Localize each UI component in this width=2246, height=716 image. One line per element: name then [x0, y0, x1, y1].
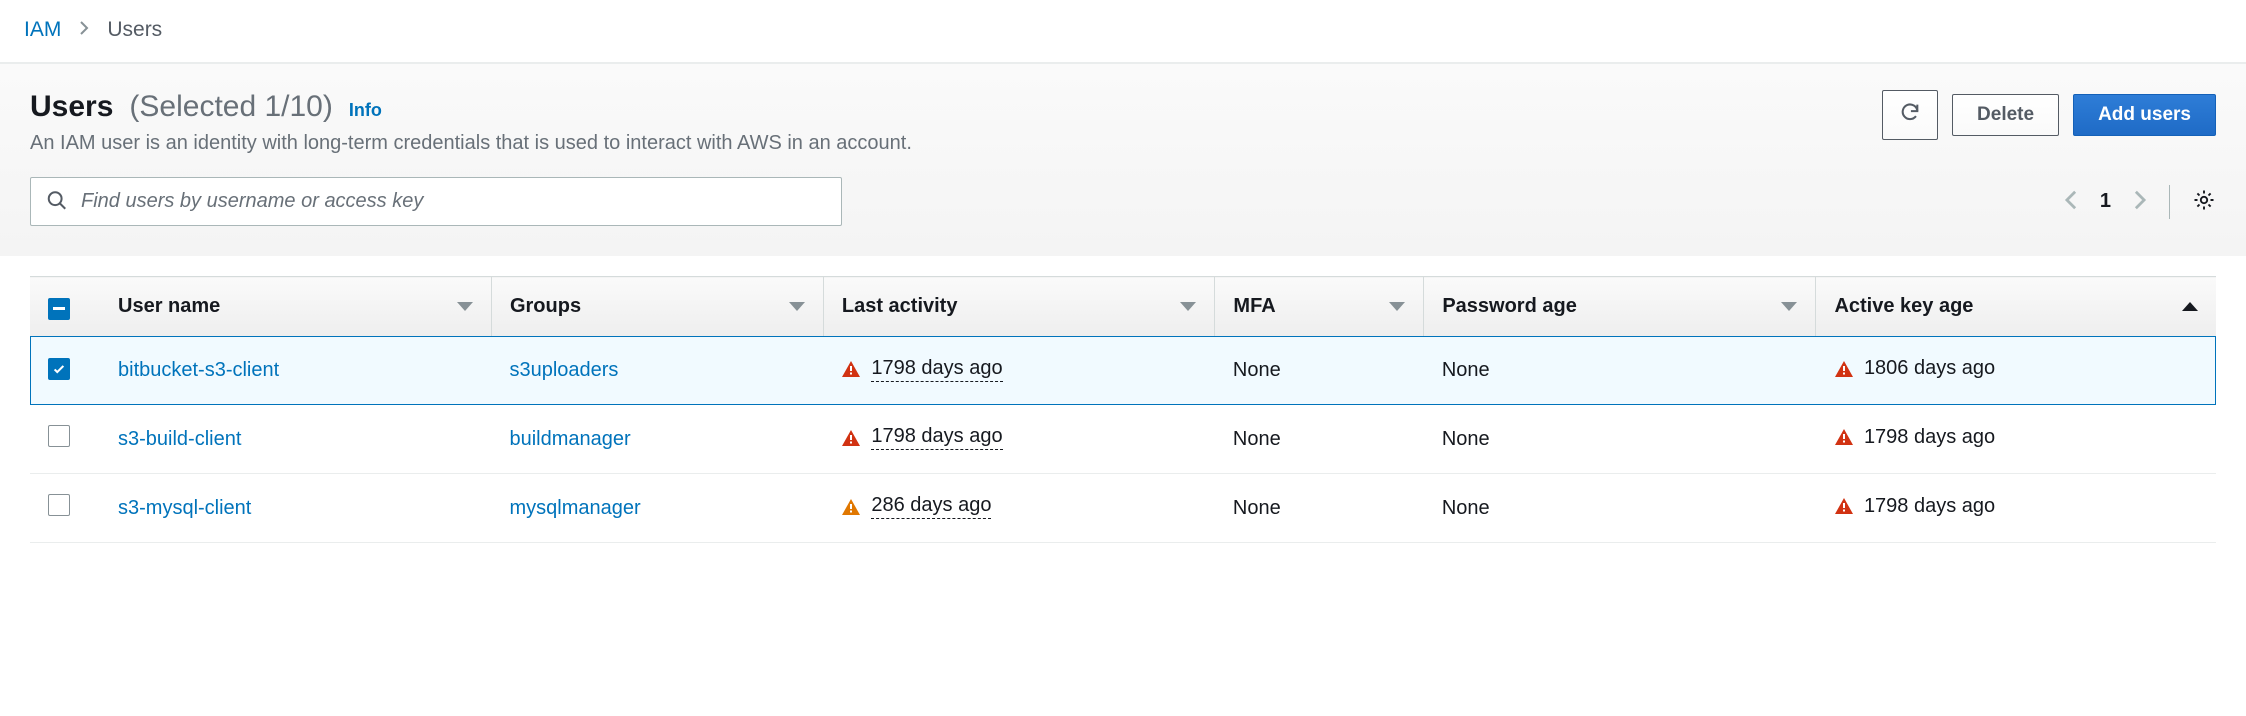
last-activity-cell: 286 days ago: [841, 494, 991, 519]
search-icon: [46, 189, 68, 214]
user-name-link[interactable]: bitbucket-s3-client: [118, 359, 279, 381]
row-checkbox[interactable]: [48, 358, 70, 380]
column-label: Password age: [1442, 295, 1577, 318]
users-panel: Users (Selected 1/10) Info An IAM user i…: [0, 63, 2246, 256]
table-row: s3-build-client buildmanager 1798 days ago…: [30, 405, 2216, 474]
sort-icon: [789, 302, 805, 311]
groups-link[interactable]: s3uploaders: [509, 359, 618, 381]
column-label: Groups: [510, 295, 581, 318]
password-age-value: None: [1442, 428, 1490, 450]
breadcrumb: IAM Users: [0, 0, 2246, 62]
row-checkbox[interactable]: [48, 425, 70, 447]
user-name-link[interactable]: s3-mysql-client: [118, 497, 251, 519]
warning-icon: [841, 360, 861, 378]
delete-button[interactable]: Delete: [1952, 94, 2059, 136]
table-row: s3-mysql-client mysqlmanager 286 days ago N…: [30, 474, 2216, 543]
warning-icon: [1834, 497, 1854, 515]
last-activity-cell: 1798 days ago: [841, 425, 1002, 450]
password-age-value: None: [1442, 497, 1490, 519]
refresh-button[interactable]: [1882, 90, 1938, 140]
chevron-right-icon: [2133, 189, 2147, 214]
chevron-right-icon: [79, 18, 89, 42]
add-users-button[interactable]: Add users: [2073, 94, 2216, 136]
active-key-age-value: 1798 days ago: [1864, 426, 1995, 449]
table-row: bitbucket-s3-client s3uploaders 1798 days …: [30, 336, 2216, 405]
users-table: User name Groups Last activity MFA Passw…: [30, 276, 2216, 543]
divider: [2169, 185, 2170, 219]
column-header-active-key-age[interactable]: Active key age: [1816, 277, 2216, 337]
column-header-user-name[interactable]: User name: [100, 277, 491, 337]
active-key-age-cell: 1806 days ago: [1834, 357, 1995, 380]
row-checkbox[interactable]: [48, 494, 70, 516]
column-header-last-activity[interactable]: Last activity: [823, 277, 1215, 337]
warning-icon: [1834, 428, 1854, 446]
user-name-link[interactable]: s3-build-client: [118, 428, 241, 450]
column-header-mfa[interactable]: MFA: [1215, 277, 1424, 337]
groups-link[interactable]: mysqlmanager: [509, 497, 640, 519]
chevron-left-icon: [2064, 189, 2078, 214]
page-next[interactable]: [2133, 189, 2147, 214]
page-title: Users: [30, 90, 113, 124]
active-key-age-value: 1798 days ago: [1864, 495, 1995, 518]
warning-icon: [1834, 360, 1854, 378]
active-key-age-value: 1806 days ago: [1864, 357, 1995, 380]
column-label: Active key age: [1834, 295, 1973, 318]
column-header-select[interactable]: [30, 277, 100, 337]
select-all-checkbox[interactable]: [48, 298, 70, 320]
settings-button[interactable]: [2192, 188, 2216, 215]
password-age-value: None: [1442, 359, 1490, 381]
mfa-value: None: [1233, 497, 1281, 519]
sort-icon: [457, 302, 473, 311]
last-activity-value[interactable]: 1798 days ago: [871, 357, 1002, 382]
refresh-icon: [1899, 107, 1921, 128]
mfa-value: None: [1233, 359, 1281, 381]
sort-icon: [1781, 302, 1797, 311]
column-header-password-age[interactable]: Password age: [1424, 277, 1816, 337]
groups-link[interactable]: buildmanager: [509, 428, 630, 450]
page-subtitle: An IAM user is an identity with long-ter…: [30, 132, 912, 155]
column-header-groups[interactable]: Groups: [491, 277, 823, 337]
column-label: User name: [118, 295, 220, 318]
warning-icon: [841, 498, 861, 516]
sort-asc-icon: [2182, 302, 2198, 311]
search-wrapper: [30, 177, 842, 226]
warning-icon: [841, 429, 861, 447]
active-key-age-cell: 1798 days ago: [1834, 495, 1995, 518]
active-key-age-cell: 1798 days ago: [1834, 426, 1995, 449]
last-activity-value[interactable]: 286 days ago: [871, 494, 991, 519]
page-prev[interactable]: [2064, 189, 2078, 214]
sort-icon: [1389, 302, 1405, 311]
column-label: MFA: [1233, 295, 1275, 318]
last-activity-cell: 1798 days ago: [841, 357, 1002, 382]
search-input[interactable]: [30, 177, 842, 226]
sort-icon: [1180, 302, 1196, 311]
page-number: 1: [2100, 190, 2111, 213]
column-label: Last activity: [842, 295, 958, 318]
last-activity-value[interactable]: 1798 days ago: [871, 425, 1002, 450]
breadcrumb-current: Users: [107, 18, 162, 42]
breadcrumb-root[interactable]: IAM: [24, 18, 61, 42]
selection-count: (Selected 1/10): [129, 90, 332, 124]
mfa-value: None: [1233, 428, 1281, 450]
gear-icon: [2192, 199, 2216, 215]
info-link[interactable]: Info: [349, 100, 382, 121]
